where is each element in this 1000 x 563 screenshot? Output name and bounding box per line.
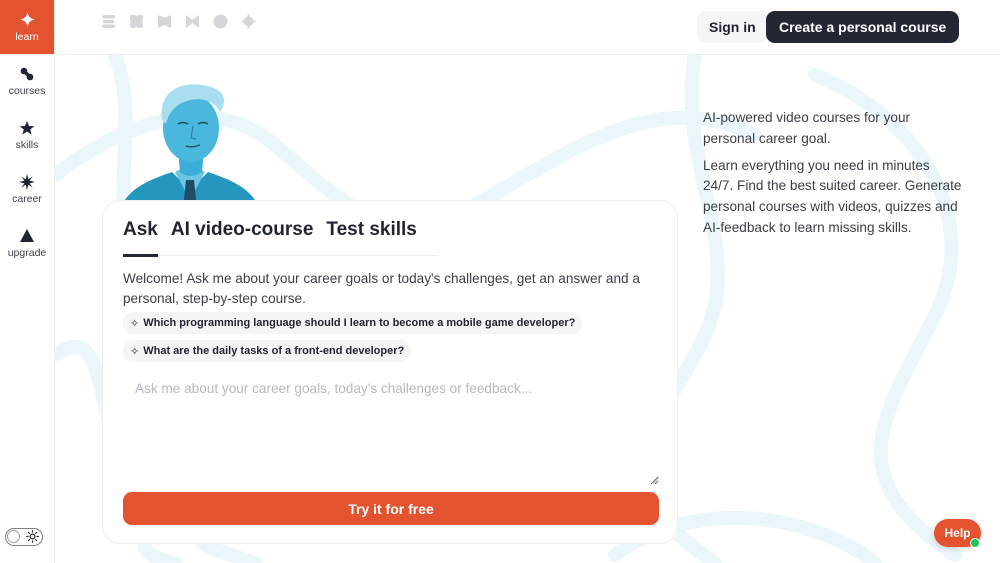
toggle-knob [7, 530, 20, 543]
sidebar-item-label: learn [15, 30, 39, 43]
welcome-message: Welcome! Ask me about your career goals … [123, 271, 640, 306]
suggestion-text: What are the daily tasks of a front-end … [143, 345, 405, 357]
link-icon [19, 66, 35, 82]
tab-ask[interactable]: Ask [123, 219, 158, 257]
sparkle-icon [19, 12, 35, 28]
description-paragraph-2: Learn everything you need in minutes 24/… [703, 157, 962, 235]
question-input[interactable] [123, 371, 659, 485]
sidebar-item-label: upgrade [7, 246, 47, 259]
squircle-logo-icon [129, 14, 144, 29]
bowtie-logo-icon [157, 14, 172, 29]
sidebar: learn courses skills career upgrade [0, 0, 55, 563]
theme-toggle[interactable] [5, 528, 43, 546]
top-header: Sign in Create a personal course [55, 0, 1000, 55]
star-icon [19, 120, 35, 136]
hourglass-logo-icon [185, 14, 200, 29]
product-description: AI-powered video courses for your person… [703, 108, 963, 239]
tab-test-skills[interactable]: Test skills [326, 219, 416, 255]
sidebar-item-upgrade[interactable]: upgrade [0, 216, 54, 270]
online-status-dot [970, 538, 980, 548]
ask-card: Ask AI video-course Test skills Welcome!… [102, 200, 678, 544]
sidebar-item-courses[interactable]: courses [0, 54, 54, 108]
sign-in-button[interactable]: Sign in [697, 11, 768, 43]
burst-icon [19, 173, 35, 190]
sidebar-item-skills[interactable]: skills [0, 108, 54, 162]
sidebar-item-learn[interactable]: learn [0, 0, 54, 54]
resize-grip-icon[interactable] [652, 477, 659, 484]
mode-tabs: Ask AI video-course Test skills [123, 219, 437, 257]
try-free-button[interactable]: Try it for free [123, 492, 659, 525]
suggestion-chip[interactable]: ✧ What are the daily tasks of a front-en… [123, 340, 412, 362]
suggestion-text: Which programming language should I lear… [143, 317, 576, 329]
portrait-illustration [125, 84, 255, 200]
triangle-up-icon [19, 228, 35, 244]
sparkle-outline-icon: ✧ [130, 317, 140, 330]
suggestion-chip[interactable]: ✧ Which programming language should I le… [123, 312, 583, 334]
partner-logos [101, 14, 256, 29]
sidebar-item-label: skills [15, 138, 39, 151]
sun-icon [26, 530, 39, 543]
gear-logo-icon [241, 14, 256, 29]
sparkle-outline-icon: ✧ [130, 345, 140, 358]
sidebar-item-label: career [12, 192, 42, 205]
circle-logo-icon [213, 14, 228, 29]
tab-ai-video-course[interactable]: AI video-course [171, 219, 314, 255]
stack-logo-icon [101, 14, 116, 29]
create-course-button[interactable]: Create a personal course [766, 11, 960, 43]
description-paragraph-1: AI-powered video courses for your person… [703, 110, 911, 146]
sidebar-item-career[interactable]: career [0, 162, 54, 216]
sidebar-item-label: courses [8, 84, 46, 97]
